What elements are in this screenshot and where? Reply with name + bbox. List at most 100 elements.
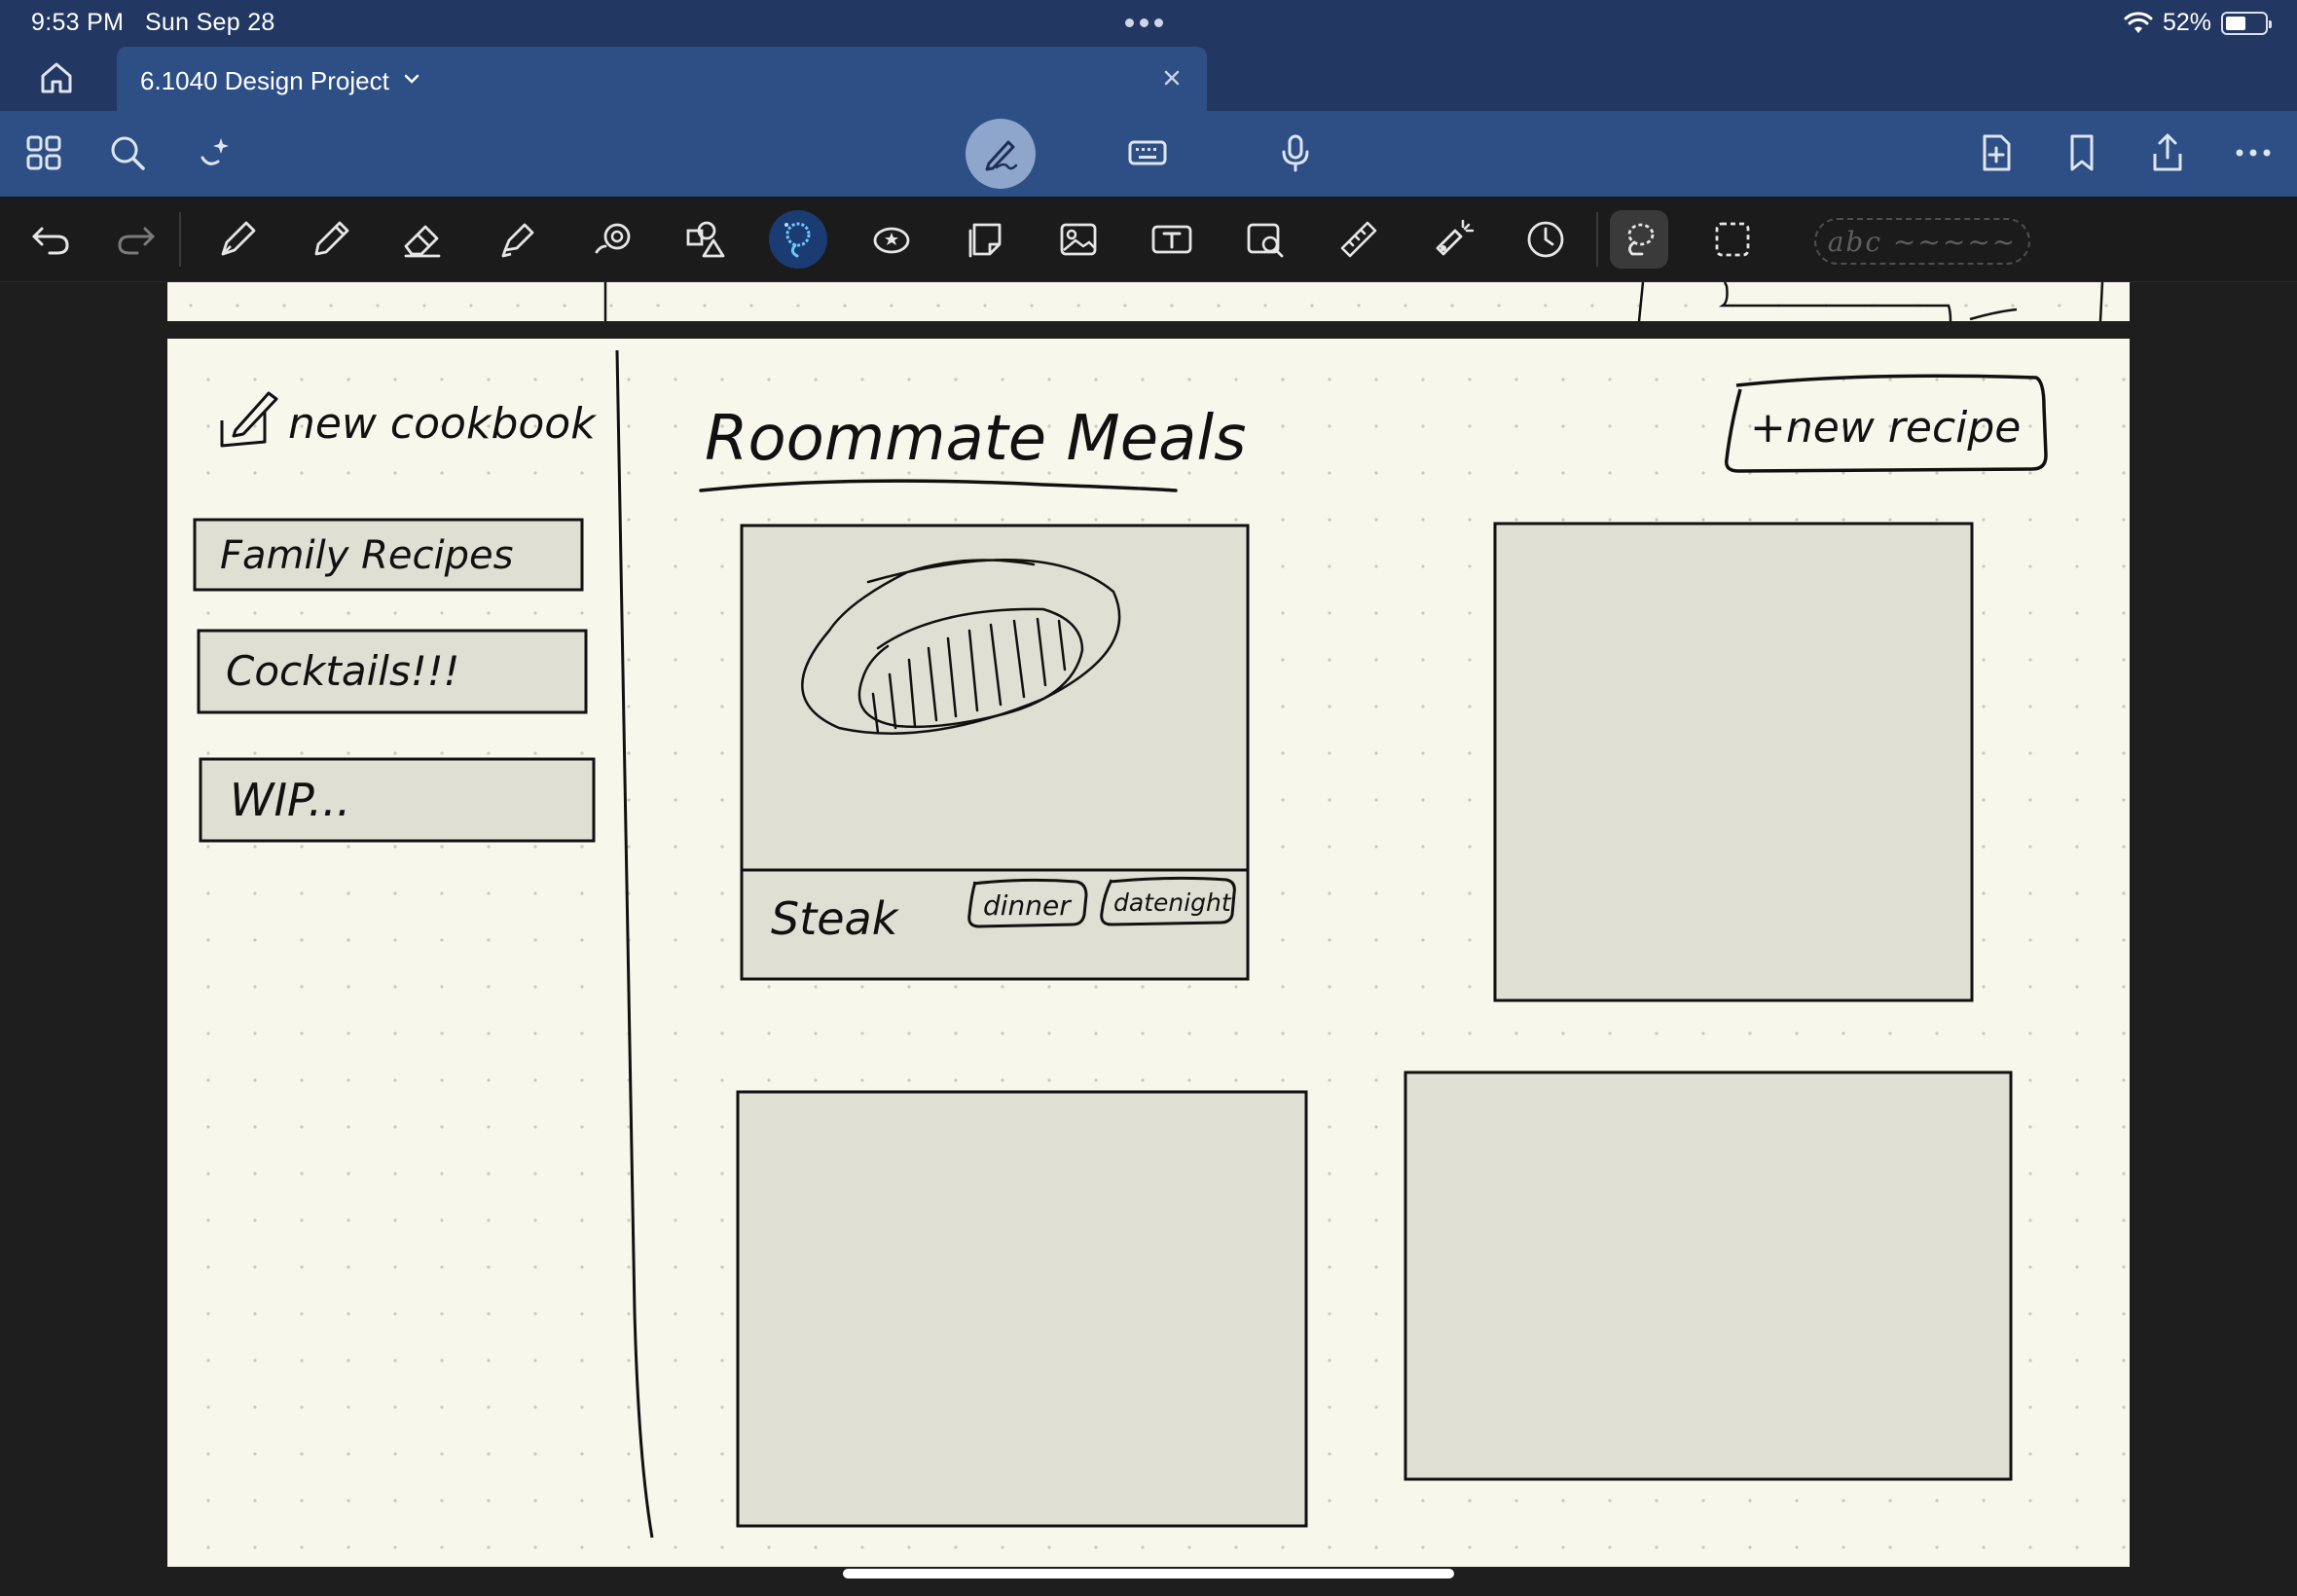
sticker-icon — [873, 227, 910, 254]
add-page-button[interactable] — [1972, 128, 2021, 177]
recipe-card-placeholder[interactable] — [736, 1090, 1308, 1528]
status-indicators: 52% — [2124, 9, 2272, 37]
tool-sticker[interactable] — [862, 210, 921, 269]
recipe-name: Steak — [771, 892, 900, 945]
cookbook-item-cocktails[interactable]: Cocktails!!! — [197, 629, 588, 714]
battery-percentage: 52% — [2162, 9, 2211, 36]
home-icon[interactable] — [37, 58, 76, 97]
more-icon — [2236, 149, 2271, 157]
tool-pencil[interactable] — [302, 210, 360, 269]
handwriting-mode-button[interactable] — [966, 119, 1036, 189]
tool-eraser[interactable] — [393, 210, 452, 269]
multitasking-dots-icon[interactable] — [1125, 18, 1163, 27]
share-icon — [2153, 133, 2182, 171]
battery-icon — [2221, 11, 2272, 35]
status-bar: 9:53 PM Sun Sep 28 52% — [0, 0, 2297, 45]
cookbook-item-family-recipes[interactable]: Family Recipes — [193, 518, 584, 592]
toolbar-divider — [1596, 212, 1598, 267]
tool-fountain-pen[interactable] — [208, 210, 267, 269]
bookmark-icon — [2070, 134, 2094, 171]
handwritten-sketch: new cookbook Family Recipes Cocktails!!!… — [193, 349, 2048, 1539]
image-search-icon — [1247, 223, 1284, 258]
tool-highlighter[interactable] — [489, 210, 547, 269]
tool-sticky-note[interactable] — [956, 210, 1014, 269]
previous-page-strip[interactable] — [167, 282, 2130, 321]
home-indicator[interactable] — [843, 1569, 1454, 1578]
tool-shape[interactable] — [584, 210, 642, 269]
tool-ai-lasso[interactable] — [769, 210, 827, 269]
sticky-note-icon — [968, 223, 1002, 258]
cookbook-label: Cocktails!!! — [226, 647, 459, 695]
selection-icon — [1715, 222, 1750, 257]
new-recipe-label: +new recipe — [1750, 403, 2021, 453]
share-button[interactable] — [2143, 128, 2192, 177]
tool-lasso[interactable] — [1610, 210, 1668, 269]
canvas-area[interactable]: new cookbook Family Recipes Cocktails!!!… — [0, 282, 2297, 1596]
elements-icon — [686, 221, 725, 258]
microphone-icon — [1282, 134, 1309, 172]
keyboard-icon — [1128, 140, 1167, 165]
search-icon — [111, 136, 145, 170]
shape-icon — [595, 223, 631, 254]
fountain-pen-icon — [221, 221, 256, 256]
clock-icon — [1527, 221, 1564, 258]
text-style-sample: abc ~~~~~ — [1827, 225, 2018, 258]
lasso-icon — [1627, 223, 1655, 256]
highlighter-icon — [501, 223, 534, 258]
undo-icon — [32, 227, 69, 255]
sidebar-divider — [615, 349, 654, 1539]
close-icon[interactable] — [1160, 66, 1184, 90]
pen-icon — [985, 140, 1018, 171]
pencil-icon — [314, 221, 349, 256]
recipe-tag-label: dinner — [983, 889, 1072, 922]
title-underline — [699, 479, 1178, 492]
tool-elements[interactable] — [675, 210, 734, 269]
cookbook-item-wip[interactable]: WIP... — [199, 757, 596, 843]
tool-ruler[interactable] — [1330, 210, 1388, 269]
text-style-picker[interactable]: abc ~~~~~ — [1814, 218, 2030, 265]
search-button[interactable] — [103, 128, 152, 177]
cookbook-label: Family Recipes — [220, 533, 513, 578]
wifi-icon — [2124, 11, 2153, 33]
status-time: 9:53 PM Sun Sep 28 — [31, 9, 275, 36]
tool-text-box[interactable] — [1143, 210, 1201, 269]
recipe-card-steak[interactable]: Steak dinner datenight — [740, 524, 1250, 981]
notebook-page[interactable]: new cookbook Family Recipes Cocktails!!!… — [167, 339, 2130, 1567]
text-box-icon — [1151, 225, 1192, 254]
ai-lasso-icon — [784, 222, 811, 258]
cookbook-label: WIP... — [230, 774, 350, 826]
new-recipe-button[interactable]: +new recipe — [1725, 374, 2048, 473]
grid-icon — [26, 135, 61, 170]
redo-button[interactable] — [107, 210, 165, 269]
tab-bar: 6.1040 Design Project — [0, 45, 2297, 111]
new-cookbook-label: new cookbook — [288, 399, 597, 449]
add-page-icon — [1983, 134, 2011, 171]
redo-icon — [118, 227, 155, 255]
tool-selection[interactable] — [1703, 210, 1762, 269]
dictation-button[interactable] — [1271, 128, 1320, 177]
laser-pointer-icon — [1436, 219, 1475, 256]
tool-image-search[interactable] — [1236, 210, 1294, 269]
eraser-icon — [404, 225, 441, 258]
bookmark-button[interactable] — [2058, 128, 2106, 177]
tool-laser-pointer[interactable] — [1423, 210, 1481, 269]
document-tab[interactable]: 6.1040 Design Project — [117, 47, 1207, 111]
recipe-tag-label: datenight — [1113, 889, 1232, 917]
ruler-icon — [1340, 221, 1377, 258]
undo-button[interactable] — [21, 210, 80, 269]
keyboard-mode-button[interactable] — [1123, 128, 1172, 177]
tool-image[interactable] — [1049, 210, 1108, 269]
tool-history[interactable] — [1516, 210, 1575, 269]
image-icon — [1060, 223, 1097, 256]
ai-assistant-button[interactable] — [191, 128, 239, 177]
status-date: Sun Sep 28 — [144, 9, 275, 36]
recipe-card-placeholder[interactable] — [1404, 1070, 2013, 1481]
toolbar-divider — [179, 212, 181, 267]
page-title: Roommate Meals — [705, 403, 1246, 475]
drawing-tools-bar: abc ~~~~~ — [0, 197, 2297, 282]
new-cookbook-button[interactable]: new cookbook — [220, 391, 597, 449]
grid-view-button[interactable] — [19, 128, 68, 177]
recipe-card-placeholder[interactable] — [1493, 522, 1974, 1002]
more-options-button[interactable] — [2229, 128, 2278, 177]
chevron-down-icon[interactable] — [401, 68, 422, 90]
